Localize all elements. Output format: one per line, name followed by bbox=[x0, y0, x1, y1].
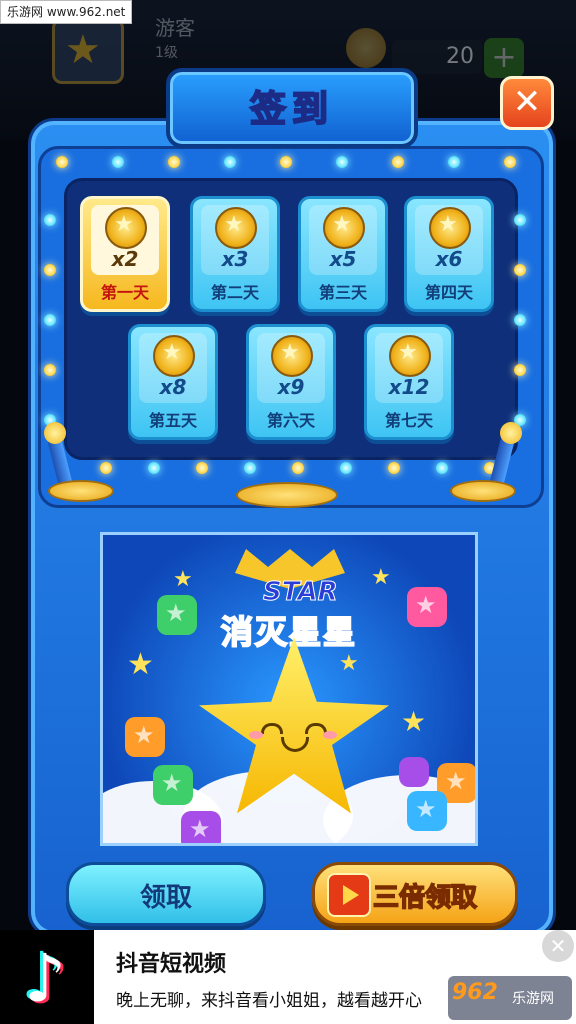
day-label: 第六天 bbox=[266, 411, 315, 430]
logo-word: STAR bbox=[263, 577, 339, 608]
light-bulb bbox=[44, 364, 56, 376]
blush bbox=[249, 731, 263, 739]
reward-multiplier: x6 bbox=[435, 247, 463, 271]
green-gem-icon: ★ bbox=[157, 595, 197, 635]
star-icon: ★ bbox=[401, 705, 427, 738]
game-banner: STAR 消灭星星 ★ ★ ★ ★ ★ ★ ★ ★ ★ ★ ★ ★ bbox=[100, 532, 478, 846]
orange-gem-icon: ★ bbox=[125, 717, 165, 757]
light-bulb bbox=[148, 462, 160, 474]
light-bulb bbox=[436, 462, 448, 474]
play-icon bbox=[343, 885, 359, 905]
light-bulb bbox=[514, 364, 526, 376]
reward-multiplier: x5 bbox=[329, 247, 357, 271]
dialog-title: 签到 bbox=[249, 88, 334, 131]
light-bulb bbox=[504, 156, 516, 168]
day-tile[interactable]: ★ x8 第五天 bbox=[128, 324, 218, 440]
close-button[interactable]: ✕ bbox=[500, 76, 554, 130]
eye bbox=[261, 723, 283, 734]
green-gem-icon: ★ bbox=[153, 765, 193, 805]
light-bulb bbox=[514, 314, 526, 326]
pink-gem-icon: ★ bbox=[407, 587, 447, 627]
coin-icon: ★ bbox=[271, 335, 313, 377]
light-bulb bbox=[224, 156, 236, 168]
star-icon: ★ bbox=[127, 647, 154, 682]
day-tile[interactable]: ★ x3 第二天 bbox=[190, 196, 280, 312]
light-bulb bbox=[44, 314, 56, 326]
center-pad bbox=[236, 482, 338, 508]
ad-description: 晚上无聊，来抖音看小姐姐，越看越开心 bbox=[116, 991, 422, 1011]
star-icon: ★ bbox=[173, 567, 193, 592]
light-bulb bbox=[244, 462, 256, 474]
day-tile[interactable]: ★ x5 第三天 bbox=[298, 196, 388, 312]
right-lever-base bbox=[450, 480, 516, 502]
triple-claim-label: 三倍领取 bbox=[372, 882, 478, 914]
day-tile[interactable]: ★ x6 第四天 bbox=[404, 196, 494, 312]
light-bulb bbox=[168, 156, 180, 168]
light-bulb bbox=[292, 462, 304, 474]
light-bulb bbox=[112, 156, 124, 168]
day-label: 第二天 bbox=[210, 283, 259, 302]
day-label: 第三天 bbox=[318, 283, 367, 302]
light-bulb bbox=[514, 264, 526, 276]
claim-button[interactable]: 领取 bbox=[66, 862, 266, 926]
coin-icon: ★ bbox=[105, 207, 147, 249]
left-lever-knob bbox=[44, 422, 66, 444]
coin-icon: ★ bbox=[153, 335, 195, 377]
blush bbox=[323, 731, 337, 739]
light-bulb bbox=[448, 156, 460, 168]
video-icon bbox=[327, 873, 371, 917]
watermark-number: 962 bbox=[452, 980, 498, 1005]
mascot-face bbox=[249, 723, 337, 753]
reward-multiplier: x3 bbox=[221, 247, 249, 271]
note-icon: ♪ bbox=[24, 940, 67, 1017]
light-bulb bbox=[56, 156, 68, 168]
watermark-text: 乐游网 bbox=[512, 991, 554, 1007]
day-label: 第七天 bbox=[384, 411, 433, 430]
reward-multiplier: x9 bbox=[277, 375, 305, 399]
light-bulb bbox=[340, 462, 352, 474]
coin-icon: ★ bbox=[215, 207, 257, 249]
purple-gem-icon bbox=[399, 757, 429, 787]
day-label: 第一天 bbox=[100, 283, 149, 302]
light-bulb bbox=[392, 156, 404, 168]
light-bulb bbox=[514, 214, 526, 226]
day-tile[interactable]: ★ x2 第一天 bbox=[80, 196, 170, 312]
light-bulb bbox=[336, 156, 348, 168]
light-bulb bbox=[388, 462, 400, 474]
logo-title: 消灭星星 bbox=[220, 612, 358, 652]
blue-gem-icon: ★ bbox=[407, 791, 447, 831]
coin-icon: ★ bbox=[389, 335, 431, 377]
right-lever-knob bbox=[500, 422, 522, 444]
light-bulb bbox=[280, 156, 292, 168]
left-lever-base bbox=[48, 480, 114, 502]
light-bulb bbox=[100, 462, 112, 474]
reward-multiplier: x8 bbox=[159, 375, 187, 399]
ad-close-button[interactable]: ✕ bbox=[542, 930, 574, 962]
day-tile[interactable]: ★ x12 第七天 bbox=[364, 324, 454, 440]
purple-gem-icon: ★ bbox=[181, 811, 221, 843]
day-tile[interactable]: ★ x9 第六天 bbox=[246, 324, 336, 440]
tiktok-logo-icon: ♪ bbox=[0, 930, 94, 1024]
light-bulb bbox=[44, 264, 56, 276]
day-label: 第五天 bbox=[148, 411, 197, 430]
claim-label: 领取 bbox=[139, 883, 192, 913]
mouth bbox=[281, 737, 309, 752]
light-bulb bbox=[44, 214, 56, 226]
site-watermark: 乐游网 www.962.net bbox=[0, 0, 133, 24]
star-icon: ★ bbox=[339, 651, 359, 676]
coin-icon: ★ bbox=[323, 207, 365, 249]
light-bulb bbox=[196, 462, 208, 474]
reward-multiplier: x2 bbox=[111, 247, 139, 271]
reward-multiplier: x12 bbox=[388, 375, 430, 399]
star-icon: ★ bbox=[371, 565, 391, 590]
triple-claim-button[interactable]: 三倍领取 bbox=[312, 862, 518, 926]
ad-title: 抖音短视频 bbox=[116, 952, 227, 977]
day-label: 第四天 bbox=[424, 283, 473, 302]
coin-icon: ★ bbox=[429, 207, 471, 249]
